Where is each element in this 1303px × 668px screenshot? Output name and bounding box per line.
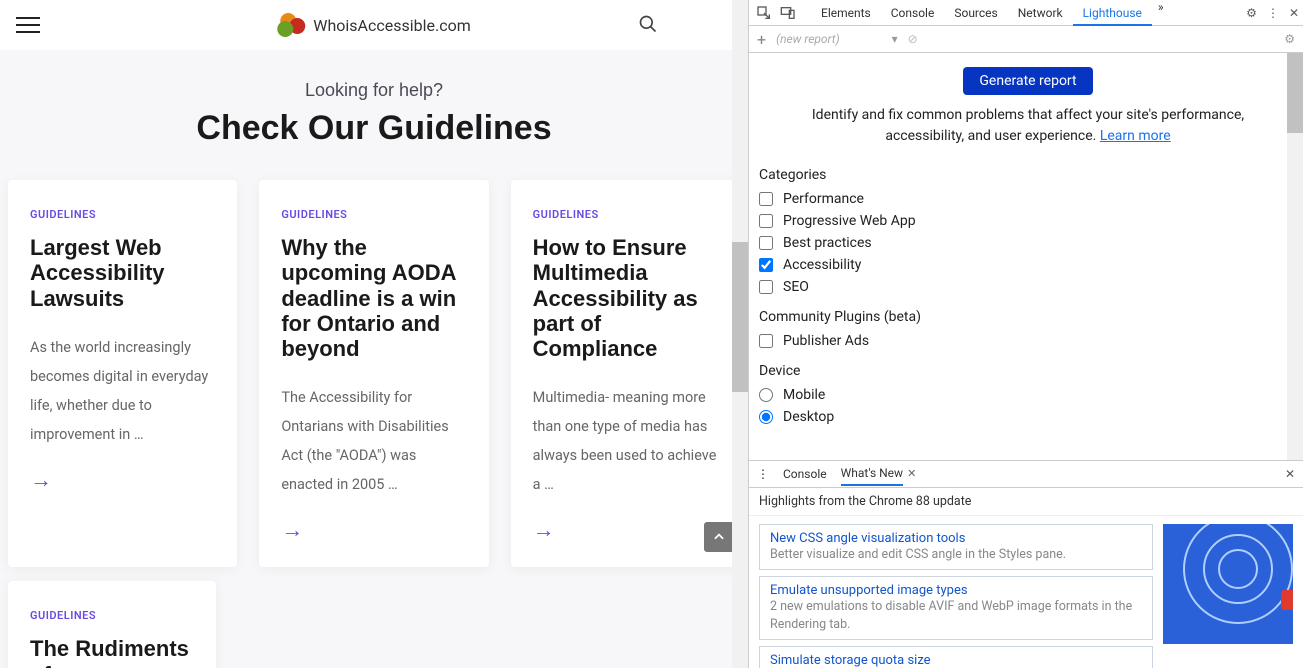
learn-more-link[interactable]: Learn more bbox=[1100, 128, 1171, 144]
card-category: GUIDELINES bbox=[30, 208, 215, 221]
drawer-tab-console[interactable]: Console bbox=[783, 467, 827, 481]
card-excerpt: Multimedia- meaning more than one type o… bbox=[533, 383, 718, 499]
website-viewport: WhoisAccessible.com Looking for help? Ch… bbox=[0, 0, 748, 668]
drawer-tabs: ⋮ Console What's New ✕ ✕ bbox=[749, 461, 1303, 488]
kebab-menu-icon[interactable]: ⋮ bbox=[1267, 6, 1279, 20]
tabs-overflow-icon[interactable]: » bbox=[1158, 0, 1164, 26]
item-title: Emulate unsupported image types bbox=[770, 583, 1142, 598]
site-scrollbar[interactable] bbox=[732, 0, 748, 668]
checkbox-performance[interactable]: Performance bbox=[759, 191, 1297, 207]
card[interactable]: GUIDELINES How to Ensure Multimedia Acce… bbox=[511, 180, 740, 567]
highlights-heading: Highlights from the Chrome 88 update bbox=[749, 488, 1303, 516]
card-excerpt: The Accessibility for Ontarians with Dis… bbox=[281, 383, 466, 499]
site-logo[interactable]: WhoisAccessible.com bbox=[277, 13, 470, 37]
item-desc: Better visualize and edit CSS angle in t… bbox=[770, 546, 1142, 564]
logo-icon bbox=[277, 13, 307, 37]
checkbox-seo[interactable]: SEO bbox=[759, 279, 1297, 295]
device-group: Mobile Desktop bbox=[759, 387, 1297, 425]
inspect-icon[interactable] bbox=[753, 2, 775, 24]
cards-row: GUIDELINES Largest Web Accessibility Law… bbox=[0, 148, 748, 567]
video-indicator-icon bbox=[1281, 590, 1293, 610]
checkbox-accessibility[interactable]: Accessibility bbox=[759, 257, 1297, 273]
scrollbar-thumb[interactable] bbox=[732, 242, 748, 392]
checkbox-pwa[interactable]: Progressive Web App bbox=[759, 213, 1297, 229]
lighthouse-settings-icon[interactable]: ⚙ bbox=[1284, 32, 1295, 46]
categories-heading: Categories bbox=[759, 167, 1297, 183]
hamburger-menu-button[interactable] bbox=[16, 17, 40, 33]
search-icon[interactable] bbox=[638, 14, 658, 34]
card-title: The Rudiments of bbox=[30, 636, 194, 668]
close-icon[interactable]: ✕ bbox=[1289, 6, 1299, 20]
devtools-tabbar: Elements Console Sources Network Lightho… bbox=[749, 0, 1303, 26]
add-report-icon[interactable]: + bbox=[757, 30, 766, 49]
site-main: Looking for help? Check Our Guidelines G… bbox=[0, 50, 748, 668]
arrow-icon[interactable]: → bbox=[281, 517, 466, 543]
categories-group: Performance Progressive Web App Best pra… bbox=[759, 191, 1297, 295]
card-category: GUIDELINES bbox=[533, 208, 718, 221]
help-text: Looking for help? bbox=[0, 80, 748, 101]
tab-network[interactable]: Network bbox=[1008, 0, 1073, 26]
item-title: New CSS angle visualization tools bbox=[770, 531, 1142, 546]
card-excerpt: As the world increasingly becomes digita… bbox=[30, 333, 215, 449]
tab-elements[interactable]: Elements bbox=[811, 0, 881, 26]
arrow-icon[interactable]: → bbox=[30, 467, 215, 493]
drawer-body: New CSS angle visualization tools Better… bbox=[749, 516, 1303, 668]
card-category: GUIDELINES bbox=[281, 208, 466, 221]
drawer-tab-whats-new[interactable]: What's New bbox=[841, 466, 903, 486]
devtools-tabs: Elements Console Sources Network Lightho… bbox=[811, 0, 1164, 26]
checkbox-best-practices[interactable]: Best practices bbox=[759, 235, 1297, 251]
card-category: GUIDELINES bbox=[30, 609, 194, 622]
arrow-icon[interactable]: → bbox=[533, 517, 718, 543]
radio-mobile[interactable]: Mobile bbox=[759, 387, 1297, 403]
whatsnew-item[interactable]: Emulate unsupported image types 2 new em… bbox=[759, 576, 1153, 640]
generate-report-button[interactable]: Generate report bbox=[963, 67, 1092, 95]
whatsnew-thumbnail bbox=[1163, 524, 1293, 644]
device-toggle-icon[interactable] bbox=[777, 2, 799, 24]
plugins-heading: Community Plugins (beta) bbox=[759, 309, 1297, 325]
tab-lighthouse[interactable]: Lighthouse bbox=[1073, 0, 1152, 26]
lighthouse-body: Generate report Identify and fix common … bbox=[749, 53, 1303, 460]
page-heading: Check Our Guidelines bbox=[0, 109, 748, 148]
lighthouse-toolbar: + (new report) ▾ ⊘ ⚙ bbox=[749, 26, 1303, 53]
scrollbar-thumb[interactable] bbox=[1287, 53, 1303, 133]
scroll-top-button[interactable] bbox=[704, 522, 734, 552]
settings-icon[interactable]: ⚙ bbox=[1246, 6, 1257, 20]
devtools-drawer: ⋮ Console What's New ✕ ✕ Highlights from… bbox=[749, 460, 1303, 668]
devtools-panel: Elements Console Sources Network Lightho… bbox=[748, 0, 1303, 668]
dropdown-caret-icon[interactable]: ▾ bbox=[892, 32, 898, 46]
plugins-group: Publisher Ads bbox=[759, 333, 1297, 349]
lighthouse-scrollbar[interactable] bbox=[1287, 53, 1303, 460]
report-dropdown[interactable]: (new report) bbox=[776, 32, 840, 46]
card-title: How to Ensure Multimedia Accessibility a… bbox=[533, 235, 718, 361]
card-title: Why the upcoming AODA deadline is a win … bbox=[281, 235, 466, 361]
clear-icon[interactable]: ⊘ bbox=[908, 32, 918, 46]
device-heading: Device bbox=[759, 363, 1297, 379]
card[interactable]: GUIDELINES The Rudiments of bbox=[8, 581, 216, 668]
tab-console[interactable]: Console bbox=[881, 0, 945, 26]
item-title: Simulate storage quota size bbox=[770, 653, 1142, 668]
card[interactable]: GUIDELINES Largest Web Accessibility Law… bbox=[8, 180, 237, 567]
card[interactable]: GUIDELINES Why the upcoming AODA deadlin… bbox=[259, 180, 488, 567]
drawer-close-icon[interactable]: ✕ bbox=[1285, 467, 1295, 481]
tab-sources[interactable]: Sources bbox=[944, 0, 1007, 26]
logo-text: WhoisAccessible.com bbox=[313, 16, 470, 35]
card-title: Largest Web Accessibility Lawsuits bbox=[30, 235, 215, 311]
item-desc: 2 new emulations to disable AVIF and Web… bbox=[770, 598, 1142, 633]
drawer-tab-close-icon[interactable]: ✕ bbox=[907, 467, 916, 480]
checkbox-publisher-ads[interactable]: Publisher Ads bbox=[759, 333, 1297, 349]
lighthouse-subtitle: Identify and fix common problems that af… bbox=[799, 105, 1257, 147]
drawer-menu-icon[interactable]: ⋮ bbox=[757, 467, 769, 481]
whatsnew-item[interactable]: Simulate storage quota size bbox=[759, 646, 1153, 668]
radio-desktop[interactable]: Desktop bbox=[759, 409, 1297, 425]
whatsnew-item[interactable]: New CSS angle visualization tools Better… bbox=[759, 524, 1153, 571]
site-header: WhoisAccessible.com bbox=[0, 0, 748, 50]
